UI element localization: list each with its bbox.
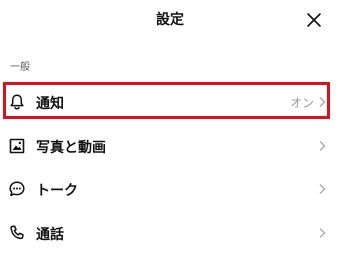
settings-item-talk[interactable]: トーク (0, 169, 340, 209)
settings-item-label: トーク (36, 183, 78, 199)
settings-item-photos-videos[interactable]: 写真と動画 (0, 126, 340, 166)
settings-screen: 設定 一般 通知 オン 写真と動画 トーク 通話 (0, 0, 340, 254)
header: 設定 (0, 0, 340, 38)
bell-icon (10, 94, 24, 110)
photo-icon (9, 138, 25, 154)
settings-item-label: 写真と動画 (36, 140, 106, 156)
chat-bubble-icon (9, 181, 25, 197)
chevron-right-icon (319, 228, 326, 238)
phone-icon (10, 225, 24, 240)
section-label-general: 一般 (10, 62, 30, 73)
settings-item-label: 通話 (36, 227, 64, 243)
settings-item-label: 通知 (36, 96, 64, 112)
close-button[interactable] (304, 10, 324, 30)
close-icon (307, 13, 321, 27)
chevron-right-icon (319, 97, 326, 107)
chevron-right-icon (319, 141, 326, 151)
page-title: 設定 (156, 12, 184, 28)
settings-item-calls[interactable]: 通話 (0, 213, 340, 253)
settings-item-notifications[interactable]: 通知 オン (0, 82, 340, 122)
settings-item-value: オン (289, 96, 314, 110)
chevron-right-icon (319, 184, 326, 194)
